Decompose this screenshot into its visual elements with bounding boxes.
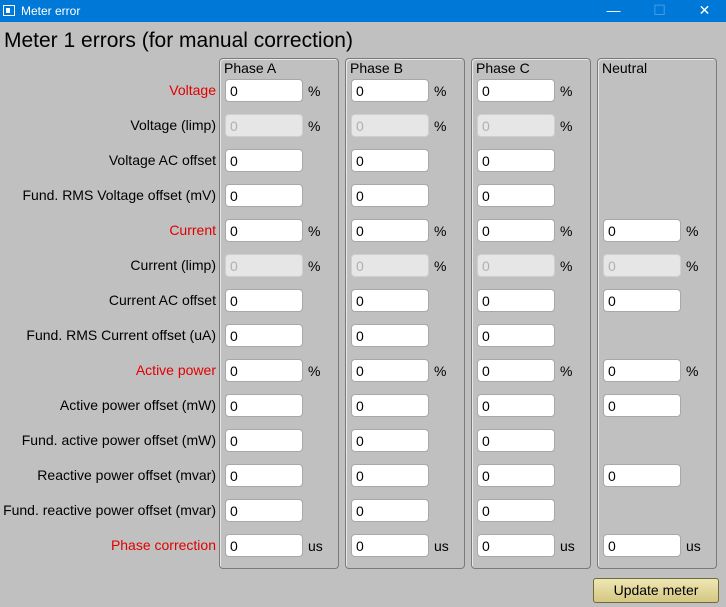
phase-c-value-field[interactable] [477, 184, 555, 207]
phase-b-value-field[interactable] [351, 534, 429, 557]
phase-b-value-field[interactable] [351, 149, 429, 172]
unit-label: % [434, 223, 447, 239]
neutral-group [597, 58, 717, 569]
title-bar: Meter error — ☐ ✕ [0, 0, 726, 22]
unit-label: % [560, 83, 573, 99]
phase-b-value-field[interactable] [351, 219, 429, 242]
neutral-value-field[interactable] [603, 359, 681, 382]
update-meter-button[interactable]: Update meter [593, 578, 719, 603]
neutral-value-field[interactable] [603, 219, 681, 242]
phase-c-value-field[interactable] [477, 359, 555, 382]
phase-c-value-field[interactable] [477, 149, 555, 172]
neutral-value-field[interactable] [603, 464, 681, 487]
neutral-value-field[interactable] [603, 394, 681, 417]
phase-c-value-field[interactable] [477, 499, 555, 522]
phase-a-value-field[interactable] [225, 359, 303, 382]
phase-c-value-field[interactable] [477, 324, 555, 347]
row-label: Fund. reactive power offset (mvar) [3, 502, 216, 518]
row-label: Reactive power offset (mvar) [37, 467, 216, 483]
neutral-value-field[interactable] [603, 289, 681, 312]
phase-c-value-field[interactable] [477, 394, 555, 417]
phase-b-value-field [351, 114, 429, 137]
phase-a-value-field [225, 254, 303, 277]
row-label: Voltage (limp) [130, 117, 216, 133]
phase-a-value-field[interactable] [225, 79, 303, 102]
unit-label: % [308, 258, 321, 274]
row-label: Fund. active power offset (mW) [21, 432, 216, 448]
minimize-button[interactable]: — [591, 0, 636, 22]
unit-label: % [560, 223, 573, 239]
phase-a-value-field[interactable] [225, 534, 303, 557]
phase-a-value-field[interactable] [225, 289, 303, 312]
phase-c-value-field [477, 114, 555, 137]
phase-b-header: Phase B [350, 60, 403, 76]
phase-a-header: Phase A [224, 60, 277, 76]
unit-label: % [686, 363, 699, 379]
row-label: Voltage [169, 82, 216, 98]
unit-label: % [308, 118, 321, 134]
phase-c-value-field[interactable] [477, 429, 555, 452]
row-label: Phase correction [110, 537, 216, 553]
neutral-value-field [603, 254, 681, 277]
row-label: Active power [135, 362, 216, 378]
phase-a-value-field[interactable] [225, 429, 303, 452]
row-label: Current (limp) [130, 257, 216, 273]
phase-b-value-field[interactable] [351, 394, 429, 417]
phase-b-value-field[interactable] [351, 289, 429, 312]
unit-label: % [560, 118, 573, 134]
close-button[interactable]: ✕ [682, 0, 726, 22]
phase-c-value-field[interactable] [477, 79, 555, 102]
row-label: Fund. RMS Voltage offset (mV) [22, 187, 217, 203]
phase-b-value-field[interactable] [351, 324, 429, 347]
unit-label: us [308, 538, 323, 554]
phase-c-value-field[interactable] [477, 289, 555, 312]
phase-a-value-field[interactable] [225, 394, 303, 417]
row-label: Fund. RMS Current offset (uA) [26, 327, 216, 343]
unit-label: us [434, 538, 449, 554]
unit-label: % [434, 83, 447, 99]
unit-label: us [686, 538, 701, 554]
phase-b-value-field[interactable] [351, 184, 429, 207]
maximize-button: ☐ [653, 2, 666, 18]
phase-b-value-field[interactable] [351, 359, 429, 382]
unit-label: % [434, 118, 447, 134]
row-label: Voltage AC offset [108, 152, 216, 168]
unit-label: us [560, 538, 575, 554]
phase-c-value-field[interactable] [477, 464, 555, 487]
phase-a-value-field[interactable] [225, 149, 303, 172]
neutral-header: Neutral [602, 60, 648, 76]
phase-b-value-field [351, 254, 429, 277]
phase-a-value-field[interactable] [225, 464, 303, 487]
unit-label: % [308, 363, 321, 379]
phase-b-value-field[interactable] [351, 499, 429, 522]
unit-label: % [686, 258, 699, 274]
phase-b-value-field[interactable] [351, 429, 429, 452]
row-label: Active power offset (mW) [59, 397, 216, 413]
phase-b-value-field[interactable] [351, 464, 429, 487]
window-app-icon [3, 5, 15, 16]
unit-label: % [434, 258, 447, 274]
unit-label: % [686, 223, 699, 239]
phase-a-value-field [225, 114, 303, 137]
phase-a-value-field[interactable] [225, 184, 303, 207]
unit-label: % [308, 83, 321, 99]
page-title: Meter 1 errors (for manual correction) [4, 29, 353, 52]
phase-b-value-field[interactable] [351, 79, 429, 102]
unit-label: % [560, 258, 573, 274]
phase-a-value-field[interactable] [225, 324, 303, 347]
phase-c-value-field[interactable] [477, 534, 555, 557]
phase-a-value-field[interactable] [225, 499, 303, 522]
phase-c-value-field[interactable] [477, 219, 555, 242]
unit-label: % [434, 363, 447, 379]
row-label: Current [169, 222, 216, 238]
window-title: Meter error [21, 4, 81, 18]
phase-c-value-field [477, 254, 555, 277]
row-label: Current AC offset [108, 292, 216, 308]
phase-c-header: Phase C [476, 60, 530, 76]
unit-label: % [308, 223, 321, 239]
phase-a-value-field[interactable] [225, 219, 303, 242]
neutral-value-field[interactable] [603, 534, 681, 557]
unit-label: % [560, 363, 573, 379]
